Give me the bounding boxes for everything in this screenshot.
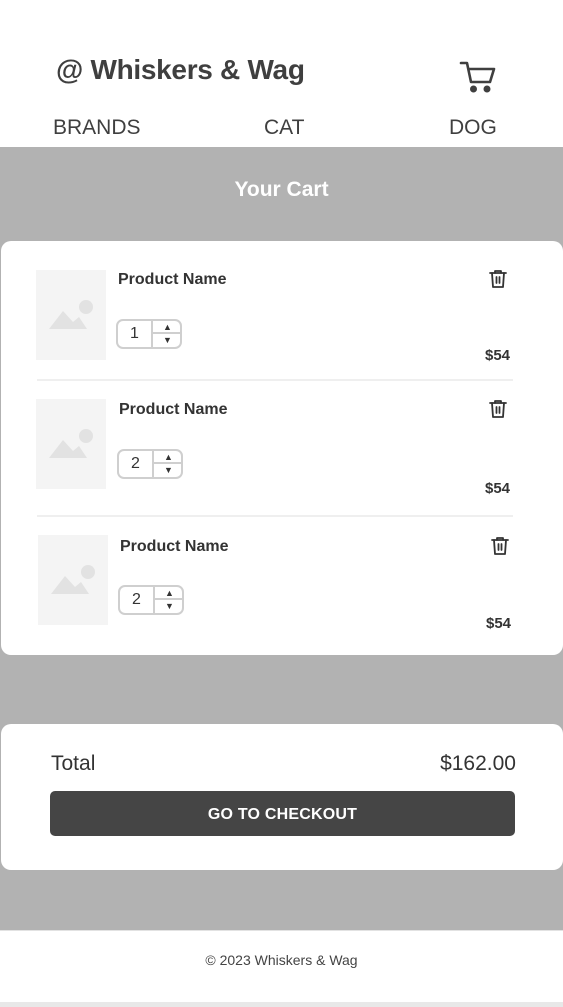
stepper-arrows: ▲ ▼	[152, 451, 183, 477]
cart-items-card: Product Name 1 ▲ ▼ $54 Product Name 2 ▲ …	[1, 241, 563, 655]
nav-brands[interactable]: BRANDS	[53, 116, 141, 140]
site-header: @ Whiskers & Wag BRANDS CAT DOG	[0, 0, 563, 147]
site-logo[interactable]: @ Whiskers & Wag	[56, 54, 305, 86]
quantity-stepper[interactable]: 2 ▲ ▼	[118, 585, 184, 615]
image-placeholder-icon	[36, 270, 106, 360]
shopping-cart-icon[interactable]	[459, 60, 497, 94]
quantity-stepper[interactable]: 1 ▲ ▼	[116, 319, 182, 349]
nav-dog[interactable]: DOG	[449, 116, 497, 140]
cart-item: Product Name 2 ▲ ▼ $54	[1, 381, 563, 501]
total-label: Total	[51, 752, 96, 775]
item-price: $54	[486, 615, 512, 632]
checkout-button[interactable]: GO TO CHECKOUT	[50, 791, 515, 836]
decrement-icon[interactable]: ▼	[153, 334, 182, 347]
total-value: $162.00	[440, 752, 516, 775]
bottom-border	[0, 1002, 563, 1007]
image-placeholder-icon	[36, 399, 106, 489]
quantity-value[interactable]: 1	[118, 321, 151, 347]
nav-cat[interactable]: CAT	[264, 116, 304, 140]
decrement-icon[interactable]: ▼	[155, 600, 184, 613]
cart-item: Product Name 2 ▲ ▼ $54	[1, 517, 563, 637]
stepper-arrows: ▲ ▼	[151, 321, 182, 347]
quantity-stepper[interactable]: 2 ▲ ▼	[117, 449, 183, 479]
site-footer: © 2023 Whiskers & Wag	[0, 930, 563, 1003]
copyright-text: © 2023 Whiskers & Wag	[205, 952, 358, 968]
decrement-icon[interactable]: ▼	[154, 464, 183, 477]
image-placeholder-icon	[38, 535, 108, 625]
trash-icon[interactable]	[489, 399, 507, 419]
item-price: $54	[485, 347, 511, 364]
order-summary-card: Total $162.00 GO TO CHECKOUT	[1, 724, 563, 870]
cart-item: Product Name 1 ▲ ▼ $54	[1, 241, 563, 364]
trash-icon[interactable]	[489, 269, 507, 289]
cart-title: Your Cart	[234, 178, 329, 201]
product-name[interactable]: Product Name	[118, 271, 226, 289]
product-name[interactable]: Product Name	[119, 401, 227, 419]
quantity-value[interactable]: 2	[119, 451, 152, 477]
trash-icon[interactable]	[491, 536, 509, 556]
product-name[interactable]: Product Name	[120, 538, 228, 556]
increment-icon[interactable]: ▲	[154, 451, 183, 464]
cart-section: Your Cart Product Name 1 ▲ ▼ $54 Product…	[0, 147, 563, 930]
increment-icon[interactable]: ▲	[155, 587, 184, 600]
item-price: $54	[485, 480, 511, 497]
quantity-value[interactable]: 2	[120, 587, 153, 613]
stepper-arrows: ▲ ▼	[153, 587, 184, 613]
increment-icon[interactable]: ▲	[153, 321, 182, 334]
